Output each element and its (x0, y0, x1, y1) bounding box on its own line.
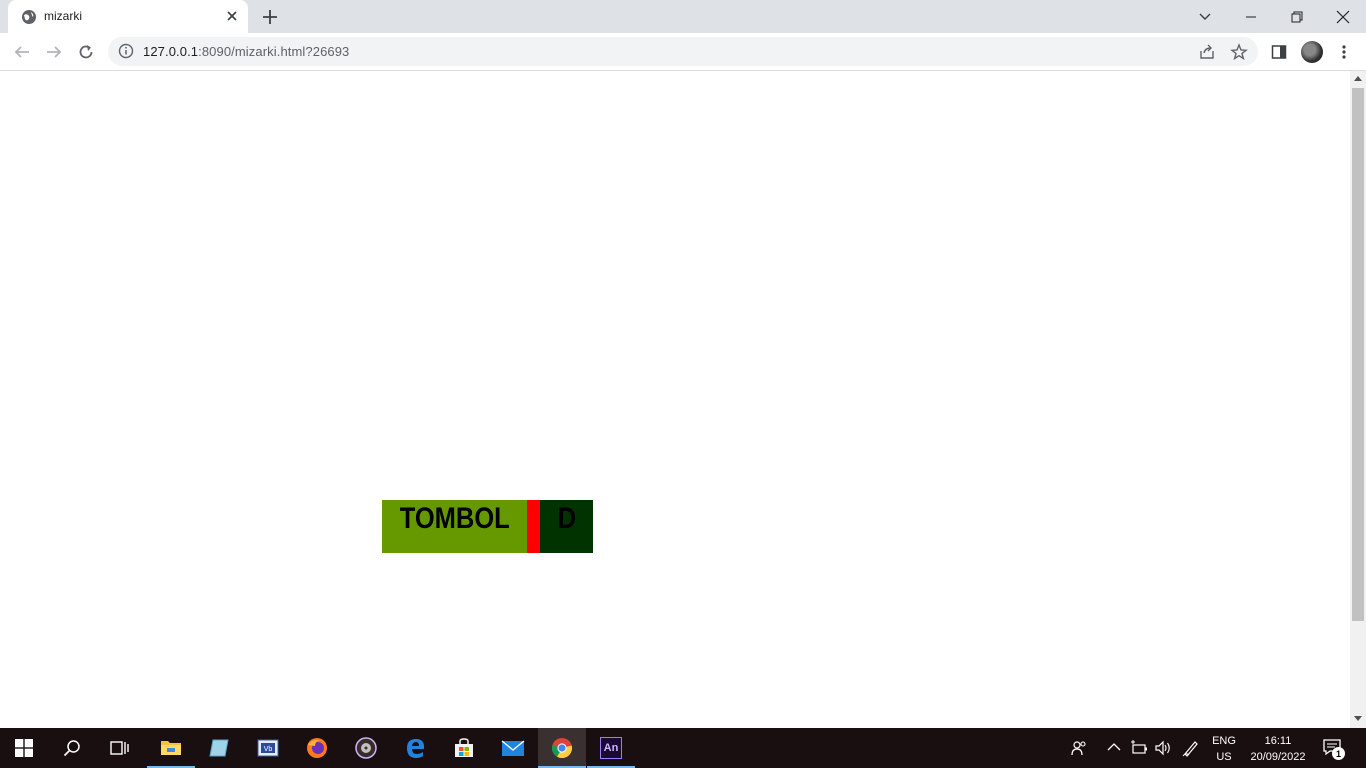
clock-date: 20/09/2022 (1250, 751, 1306, 763)
people-icon[interactable] (1070, 739, 1088, 757)
clock-time: 16:11 (1264, 735, 1292, 747)
store-app[interactable] (440, 728, 488, 768)
reload-button[interactable] (74, 40, 98, 64)
close-tab-icon[interactable] (224, 8, 240, 24)
language-line2: US (1216, 751, 1232, 763)
browser-toolbar: 127.0.0.1:8090/mizarki.html?26693 (0, 33, 1366, 71)
scroll-up-arrow[interactable] (1354, 76, 1362, 81)
d-label: D (557, 502, 576, 535)
minimize-icon (1246, 16, 1256, 17)
action-center-button[interactable]: 1 (1322, 738, 1345, 760)
edge-icon (407, 739, 425, 758)
more-vert-icon (1342, 45, 1346, 59)
mail-icon (501, 740, 525, 756)
windows-start-icon (15, 739, 33, 757)
restore-icon (1291, 11, 1303, 22)
chevron-up-icon[interactable] (1107, 742, 1121, 752)
address-bar[interactable]: 127.0.0.1:8090/mizarki.html?26693 (108, 37, 1258, 66)
bookmark-star-icon[interactable] (1230, 43, 1248, 61)
animate-label: An (603, 742, 619, 754)
language-indicator[interactable]: ENG US (1208, 733, 1240, 765)
info-icon[interactable] (118, 43, 134, 59)
task-view-icon (110, 741, 129, 755)
start-button[interactable] (0, 728, 48, 768)
language-line1: ENG (1212, 735, 1236, 747)
red-divider-button[interactable] (527, 500, 540, 553)
media-player-app[interactable] (342, 728, 390, 768)
forward-button[interactable] (42, 40, 66, 64)
scrollbar-thumb[interactable] (1352, 88, 1364, 621)
task-view-button[interactable] (96, 728, 144, 768)
firefox-app[interactable] (293, 728, 341, 768)
globe-icon (22, 10, 36, 24)
url-text[interactable]: 127.0.0.1:8090/mizarki.html?26693 (143, 44, 349, 59)
vertical-scrollbar[interactable] (1350, 71, 1366, 728)
tombol-label: TOMBOL (399, 502, 510, 535)
vb-app[interactable]: Vb (244, 728, 292, 768)
animate-icon: An (600, 737, 622, 759)
reload-icon (79, 45, 93, 59)
profile-avatar[interactable] (1301, 41, 1323, 63)
search-icon (63, 740, 80, 757)
file-explorer-icon (161, 741, 181, 755)
share-icon[interactable] (1198, 43, 1216, 61)
notification-count: 1 (1335, 748, 1341, 759)
notification-badge: 1 (1332, 747, 1345, 760)
d-button[interactable]: D (540, 500, 593, 553)
close-icon (1336, 10, 1350, 23)
volume-icon[interactable] (1154, 740, 1172, 756)
close-window-button[interactable] (1320, 0, 1366, 33)
windows-taskbar: Vb An ENG US 16:11 20/09/2022 1 (0, 728, 1366, 768)
tab-strip: mizarki (0, 0, 1366, 33)
url-path: :8090/mizarki.html?26693 (198, 44, 350, 59)
store-icon (455, 738, 473, 757)
notepad-icon (209, 739, 229, 757)
chrome-menu-button[interactable] (1333, 41, 1355, 63)
vb-icon: Vb (257, 739, 279, 757)
side-panel-button[interactable] (1268, 41, 1290, 63)
restore-button[interactable] (1274, 0, 1320, 33)
animate-app[interactable]: An (587, 728, 635, 768)
clock[interactable]: 16:11 20/09/2022 (1244, 733, 1312, 765)
firefox-icon (307, 738, 327, 758)
back-button[interactable] (10, 40, 34, 64)
chrome-app[interactable] (538, 728, 586, 768)
chevron-down-icon (1199, 13, 1211, 20)
mail-app[interactable] (489, 728, 537, 768)
media-player-icon (355, 737, 377, 759)
file-explorer-app[interactable] (147, 728, 195, 768)
edge-app[interactable] (392, 728, 440, 768)
browser-tab[interactable]: mizarki (8, 0, 248, 33)
tab-title: mizarki (44, 9, 82, 23)
url-host: 127.0.0.1 (143, 44, 199, 59)
minimize-button[interactable] (1228, 0, 1274, 33)
tab-search-button[interactable] (1182, 0, 1228, 33)
arrow-right-icon (47, 46, 62, 58)
battery-plug-icon[interactable] (1130, 740, 1148, 756)
notepad-app[interactable] (195, 728, 243, 768)
svg-text:Vb: Vb (264, 746, 273, 753)
pen-icon[interactable] (1182, 739, 1200, 757)
scroll-down-arrow[interactable] (1354, 716, 1362, 721)
tombol-button[interactable]: TOMBOL (382, 500, 527, 553)
search-button[interactable] (48, 728, 96, 768)
page-viewport (0, 71, 1350, 728)
side-panel-icon (1271, 45, 1287, 59)
arrow-left-icon (14, 46, 29, 58)
chrome-icon (551, 738, 573, 759)
new-tab-icon[interactable] (260, 7, 280, 27)
